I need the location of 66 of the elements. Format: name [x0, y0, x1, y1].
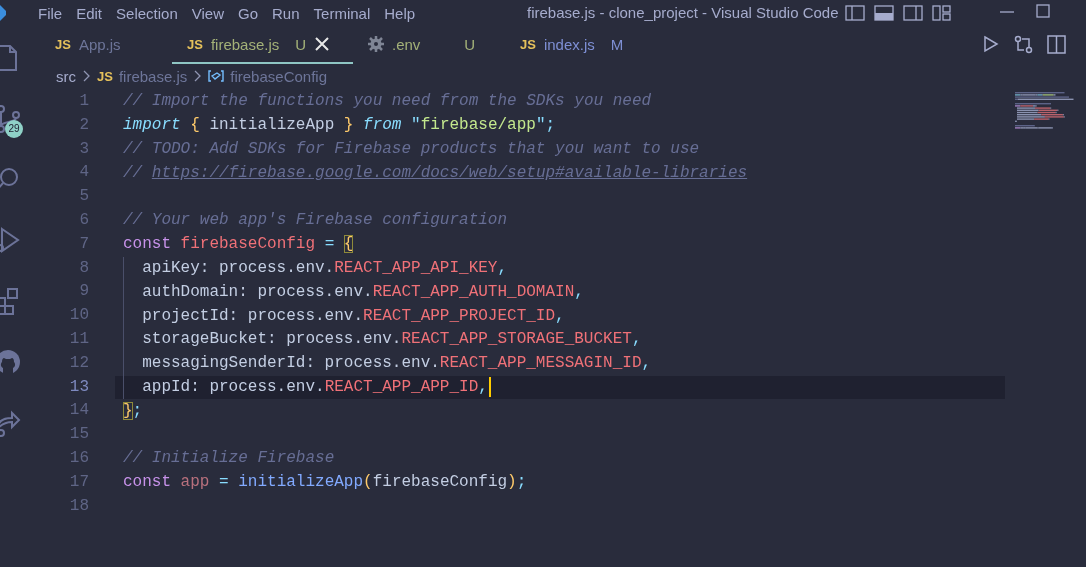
panel-layout-icon[interactable]: [874, 5, 894, 21]
compare-changes-icon[interactable]: [1014, 34, 1033, 54]
line-number: 6: [78, 210, 90, 231]
secondary-sidebar-layout-icon[interactable]: [903, 5, 923, 21]
line-number: 1: [78, 91, 90, 112]
chevron-right-icon: [82, 69, 91, 83]
editor-tab[interactable]: JS firebase.js U: [172, 26, 353, 64]
code-line: // Your web app's Firebase configuration: [123, 210, 508, 232]
code-line: // Import the functions you need from the SDKs you need: [123, 91, 652, 113]
code-line: const firebaseConfig = {: [123, 234, 354, 256]
run-debug-icon[interactable]: [0, 225, 22, 255]
editor-tab[interactable]: .env U: [353, 26, 505, 64]
line-number: 2: [78, 114, 90, 136]
line-number: 4: [78, 162, 90, 184]
menu-item[interactable]: Go: [231, 4, 265, 22]
close-icon[interactable]: [314, 36, 331, 52]
customize-layout-icon[interactable]: [932, 5, 952, 21]
code-line: // https://firebase.google.com/docs/web/setup#available-libraries: [123, 162, 748, 184]
line-number: 5: [78, 186, 90, 208]
menu-item[interactable]: File: [31, 4, 70, 22]
code-line: const app = initializeApp(firebaseConfig);: [123, 472, 527, 494]
chevron-right-icon: [193, 69, 203, 83]
line-number: 12: [68, 352, 90, 374]
gear-icon: [368, 36, 384, 52]
code-line: appId: process.env.REACT_APP_APP_ID,: [142, 376, 488, 398]
line-number: 7: [78, 233, 90, 255]
code-line: // Initialize Firebase: [123, 448, 335, 470]
variable-icon: [208, 68, 225, 84]
menu-item[interactable]: Terminal: [306, 4, 378, 22]
maximize-icon[interactable]: [1036, 4, 1050, 20]
code-line: apiKey: process.env.REACT_APP_API_KEY,: [142, 257, 508, 279]
line-number: 3: [78, 138, 90, 160]
share-icon[interactable]: [0, 408, 22, 438]
code-line: storageBucket: process.env.REACT_APP_STORAGE_BUCKET,: [142, 329, 642, 351]
line-number: 9: [78, 281, 90, 303]
file-type-label: JS: [97, 68, 113, 84]
menu-item[interactable]: Selection: [109, 4, 185, 22]
line-number: 13: [68, 376, 90, 398]
line-number: 8: [78, 257, 90, 279]
line-number: 10: [68, 305, 90, 327]
code-line: projectId: process.env.REACT_APP_PROJECT_ID,: [142, 305, 565, 327]
line-number: 14: [68, 400, 90, 422]
sidebar-layout-icon[interactable]: [845, 5, 865, 21]
line-number: 15: [68, 424, 90, 446]
menu-item[interactable]: Run: [265, 4, 307, 22]
editor-tab[interactable]: JS index.js M: [505, 26, 651, 64]
menu-item[interactable]: Edit: [69, 4, 110, 22]
source-control-icon[interactable]: [0, 103, 22, 133]
line-number: 17: [68, 471, 90, 493]
line-number: 11: [68, 328, 90, 350]
line-number: 18: [68, 495, 90, 517]
line-number: 16: [68, 447, 90, 469]
menu-item[interactable]: Help: [377, 4, 423, 22]
code-line: };: [123, 400, 143, 422]
run-icon[interactable]: [982, 35, 1000, 53]
editor-tab[interactable]: JS App.js: [40, 26, 172, 64]
code-line: // TODO: Add SDKs for Firebase products that you want to use: [123, 139, 700, 160]
code-line: import { initializeApp } from "firebase/app";: [123, 115, 556, 137]
github-icon[interactable]: [0, 347, 22, 377]
code-line: messagingSenderId: process.env.REACT_APP_MESSAGIN_ID,: [142, 353, 652, 375]
split-editor-icon[interactable]: [1047, 34, 1066, 54]
menu-item[interactable]: View: [184, 4, 231, 22]
breadcrumb-item[interactable]: src: [56, 67, 76, 85]
notification-badge: 29: [5, 120, 23, 138]
code-line: authDomain: process.env.REACT_APP_AUTH_DOMAIN,: [142, 281, 584, 303]
window-title: firebase.js - clone_project - Visual Studio Code: [527, 4, 839, 21]
